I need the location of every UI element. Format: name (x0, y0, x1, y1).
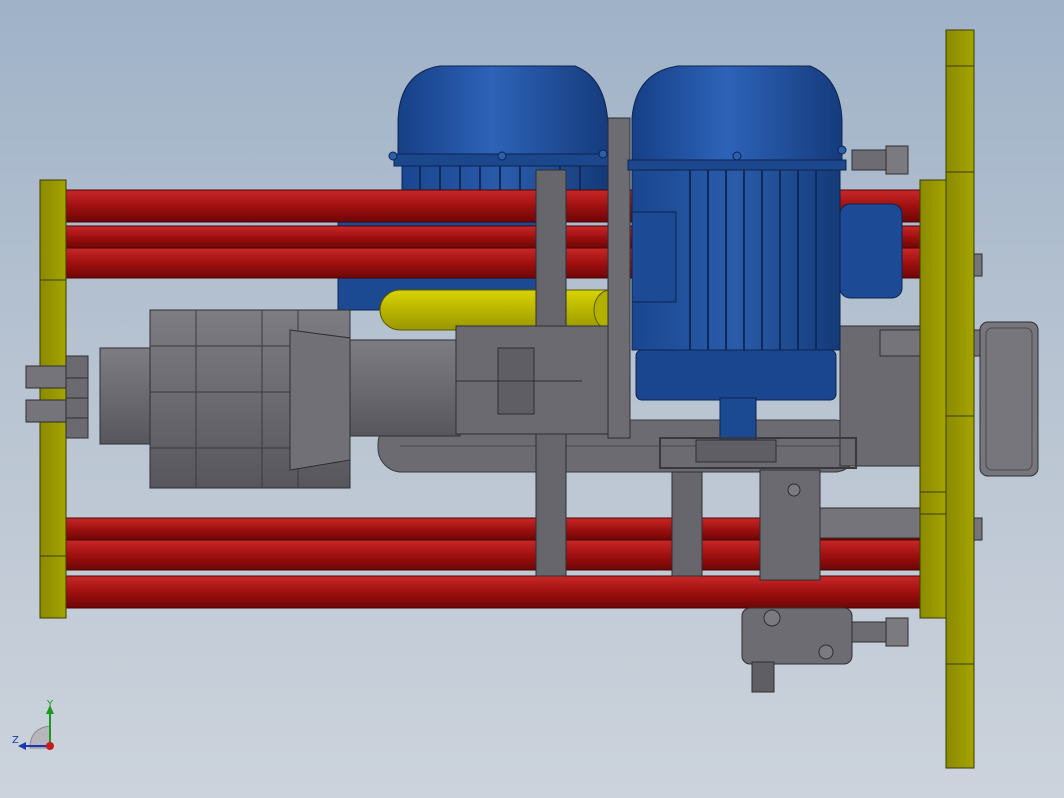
axis-triad (18, 705, 54, 750)
right-end-plate[interactable] (919, 179, 947, 619)
flange-plate[interactable] (945, 29, 983, 769)
z-axis-label: Z (12, 735, 19, 746)
cad-viewport[interactable]: Y Z (0, 0, 1064, 798)
y-axis-label: Y (47, 699, 54, 710)
left-end-plate[interactable] (39, 179, 67, 619)
reservoir-tank[interactable] (379, 289, 631, 331)
assembly-model[interactable] (0, 0, 1064, 798)
x-axis-dot (46, 742, 54, 750)
bolt-top-right[interactable] (851, 145, 909, 175)
